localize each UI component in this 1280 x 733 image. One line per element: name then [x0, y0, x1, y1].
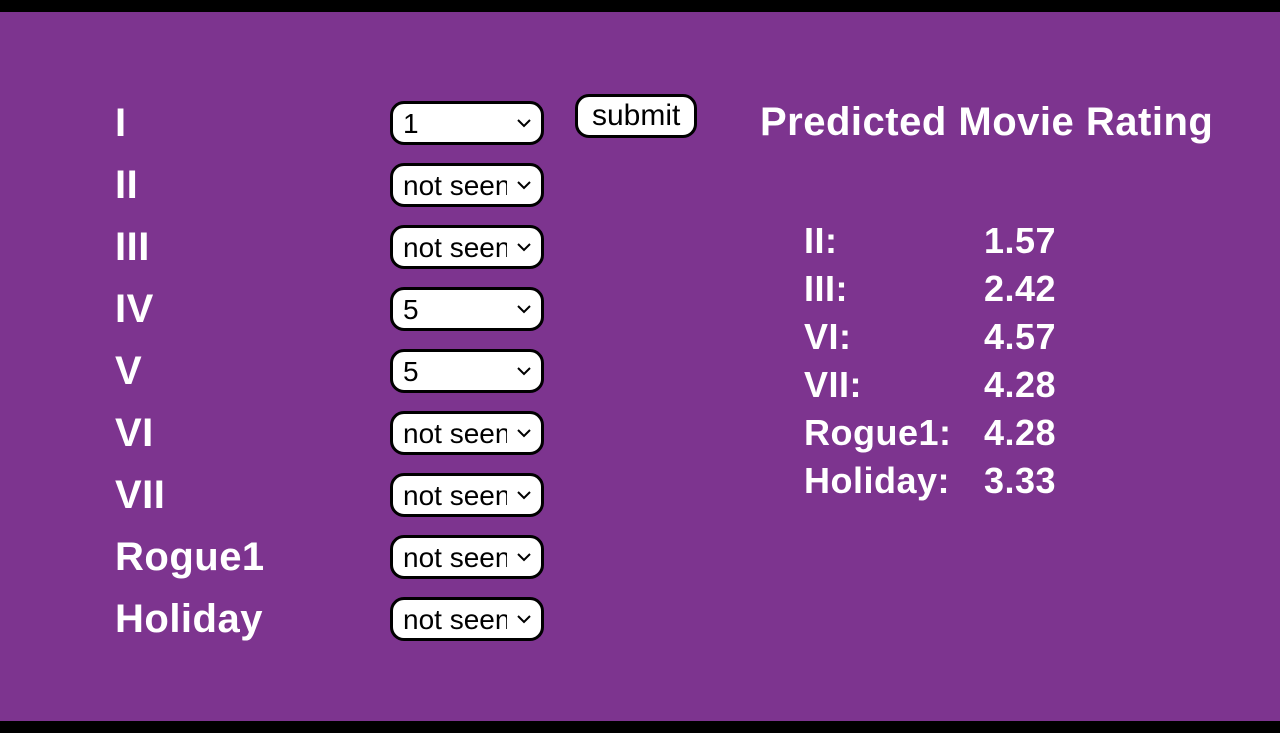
movie-label-ii: II — [115, 163, 390, 208]
movie-label-rogue1: Rogue1 — [115, 535, 390, 580]
rating-select-iii[interactable]: not seen — [390, 225, 544, 269]
prediction-value: 3.33 — [984, 457, 1056, 505]
movie-row: VII not seen — [115, 464, 544, 526]
movie-row: IV 5 — [115, 278, 544, 340]
movie-row: III not seen — [115, 216, 544, 278]
prediction-row: III: 2.42 — [804, 265, 1213, 313]
prediction-value: 1.57 — [984, 217, 1056, 265]
rating-select-holiday[interactable]: not seen — [390, 597, 544, 641]
submit-button[interactable]: submit — [575, 94, 697, 138]
prediction-row: VII: 4.28 — [804, 361, 1213, 409]
prediction-label: Holiday: — [804, 457, 984, 505]
movie-row: Rogue1 not seen — [115, 526, 544, 588]
rating-select-ii[interactable]: not seen — [390, 163, 544, 207]
prediction-label: II: — [804, 217, 984, 265]
movie-label-i: I — [115, 101, 390, 146]
rating-select-iv[interactable]: 5 — [390, 287, 544, 331]
movie-row: V 5 — [115, 340, 544, 402]
prediction-label: Rogue1: — [804, 409, 984, 457]
prediction-value: 2.42 — [984, 265, 1056, 313]
movie-label-vii: VII — [115, 473, 390, 518]
prediction-value: 4.28 — [984, 361, 1056, 409]
rating-select-vii[interactable]: not seen — [390, 473, 544, 517]
movie-row: II not seen — [115, 154, 544, 216]
prediction-row: Holiday: 3.33 — [804, 457, 1213, 505]
results-panel: Predicted Movie Rating II: 1.57 III: 2.4… — [760, 100, 1213, 505]
movie-label-vi: VI — [115, 411, 390, 456]
rating-select-i[interactable]: 1 — [390, 101, 544, 145]
movie-label-v: V — [115, 349, 390, 394]
prediction-value: 4.57 — [984, 313, 1056, 361]
movie-row: I 1 — [115, 92, 544, 154]
movie-label-holiday: Holiday — [115, 597, 390, 642]
movie-row: Holiday not seen — [115, 588, 544, 650]
prediction-label: III: — [804, 265, 984, 313]
rating-select-v[interactable]: 5 — [390, 349, 544, 393]
rating-select-vi[interactable]: not seen — [390, 411, 544, 455]
prediction-row: II: 1.57 — [804, 217, 1213, 265]
prediction-label: VII: — [804, 361, 984, 409]
rating-form: I 1 II not seen III not seen IV 5 V — [115, 92, 544, 650]
rating-select-rogue1[interactable]: not seen — [390, 535, 544, 579]
prediction-row: Rogue1: 4.28 — [804, 409, 1213, 457]
results-title: Predicted Movie Rating — [760, 100, 1213, 145]
prediction-value: 4.28 — [984, 409, 1056, 457]
movie-label-iii: III — [115, 225, 390, 270]
prediction-label: VI: — [804, 313, 984, 361]
app-viewport: I 1 II not seen III not seen IV 5 V — [0, 12, 1280, 721]
movie-label-iv: IV — [115, 287, 390, 332]
prediction-row: VI: 4.57 — [804, 313, 1213, 361]
movie-row: VI not seen — [115, 402, 544, 464]
